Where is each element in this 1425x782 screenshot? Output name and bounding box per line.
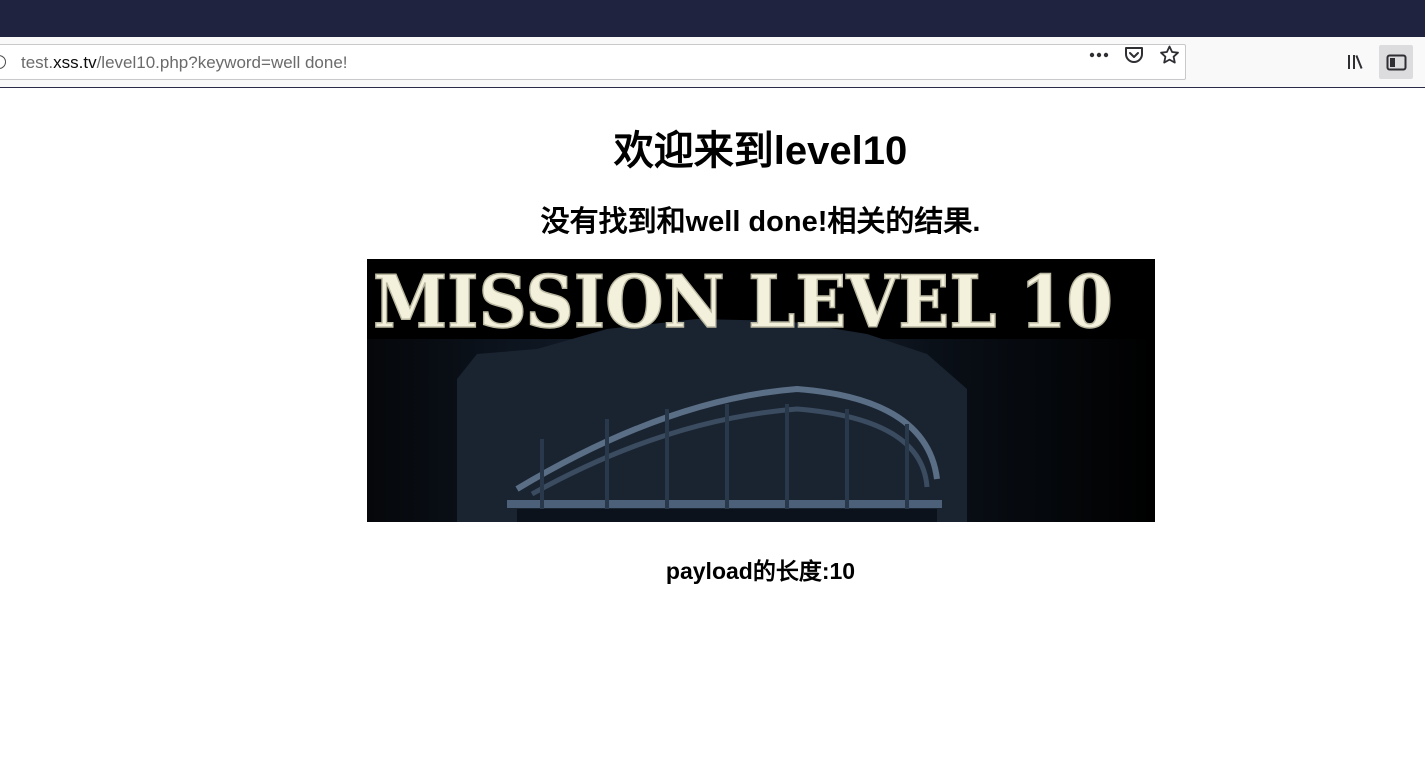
url-host: xss.tv bbox=[53, 53, 97, 72]
more-icon[interactable] bbox=[1088, 44, 1110, 66]
star-icon[interactable] bbox=[1158, 44, 1180, 66]
page-content: 欢迎来到level10 没有找到和well done!相关的结果. MISSIO bbox=[0, 88, 1425, 782]
url-prefix: test. bbox=[21, 53, 54, 72]
payload-length: payload的长度:10 bbox=[665, 558, 856, 584]
banner-title: MISSION LEVEL 10 bbox=[373, 259, 1113, 344]
library-icon[interactable] bbox=[1340, 45, 1374, 79]
toolbar-right bbox=[1340, 45, 1418, 79]
search-result-message: 没有找到和well done!相关的结果. bbox=[540, 206, 981, 238]
mission-banner-image: MISSION LEVEL 10 bbox=[367, 259, 1155, 522]
window-titlebar bbox=[0, 0, 1425, 37]
pocket-icon[interactable] bbox=[1123, 44, 1145, 66]
page-actions bbox=[1088, 44, 1193, 66]
url-text[interactable]: test.xss.tv/level10.php?keyword=well don… bbox=[21, 53, 348, 73]
address-bar[interactable]: i test.xss.tv/level10.php?keyword=well d… bbox=[0, 44, 1186, 80]
sidebar-icon[interactable] bbox=[1379, 45, 1413, 79]
info-icon[interactable]: i bbox=[0, 55, 6, 69]
url-path: /level10.php?keyword=well done! bbox=[96, 53, 348, 72]
page-title: 欢迎来到level10 bbox=[613, 129, 908, 173]
navigation-toolbar: i test.xss.tv/level10.php?keyword=well d… bbox=[0, 37, 1425, 88]
